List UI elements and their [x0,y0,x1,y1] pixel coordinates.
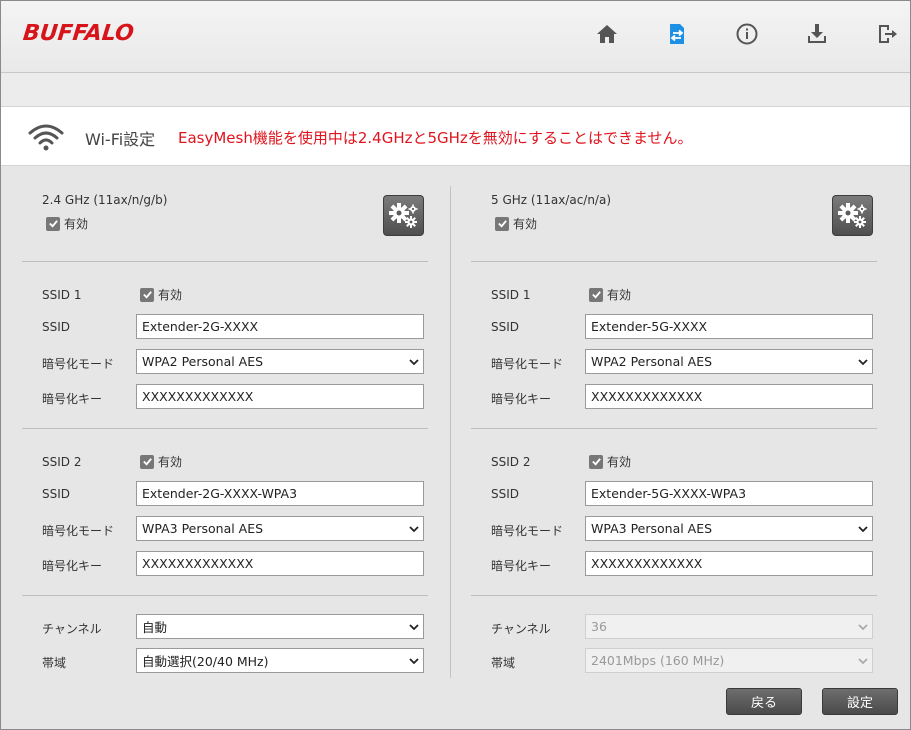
band-enable-checkbox[interactable] [495,216,509,231]
ssid1-key-input[interactable]: XXXXXXXXXXXXX [136,384,424,409]
brand-logo[interactable]: BUFFALO [22,21,135,46]
wifi-icon [28,124,64,151]
ssid1-ssid-input[interactable]: Extender-5G-XXXX [585,314,873,339]
page-title-bar: Wi-Fi設定 EasyMesh機能を使用中は2.4GHzと5GHzを無効にする… [1,106,910,166]
ssid1-enable: 有効 [589,286,631,303]
ssid1-ssid-label: SSID [491,320,520,334]
ssid1-mode-label: 暗号化モード [491,357,564,371]
chevron-down-icon [409,358,419,365]
easymesh-warning: EasyMesh機能を使用中は2.4GHzと5GHzを無効にすることはできません… [178,129,693,147]
ssid1-title: SSID 1 [42,288,82,302]
ssid2-mode-label: 暗号化モード [491,524,564,538]
ssid1-ssid-input[interactable]: Extender-2G-XXXX [136,314,424,339]
band-enable-checkbox[interactable] [46,216,60,231]
chevron-down-icon [858,657,868,664]
ssid2-mode-value: WPA3 Personal AES [591,521,713,536]
ssid1-key-input[interactable]: XXXXXXXXXXXXX [585,384,873,409]
download-icon[interactable] [804,21,830,47]
chevron-down-icon [858,623,868,630]
ssid1-enable-checkbox[interactable] [140,287,154,302]
band-enable-label: 有効 [64,217,89,231]
band-label: 5 GHz (11ax/ac/n/a) [491,193,612,207]
ssid2-key-label: 暗号化キー [42,559,103,573]
ssid2-title: SSID 2 [42,455,82,469]
chevron-down-icon [858,358,868,365]
ssid1-enable-label: 有効 [607,288,632,302]
ssid1-mode-value: WPA2 Personal AES [142,354,264,369]
header-spacer [1,73,910,106]
bandwidth-select[interactable]: 自動選択(20/40 MHz) [136,648,424,673]
ssid2-ssid-label: SSID [491,487,520,501]
chevron-down-icon [858,525,868,532]
info-icon[interactable] [734,21,760,47]
band-label: 2.4 GHz (11ax/n/g/b) [42,193,168,207]
section-divider [22,595,428,596]
section-divider [471,595,877,596]
ssid2-enable-label: 有効 [607,455,632,469]
apply-button[interactable]: 設定 [822,688,898,715]
advanced-settings-button[interactable] [832,195,873,236]
ssid1-title: SSID 1 [491,288,531,302]
section-divider [22,261,428,262]
ssid2-mode-select[interactable]: WPA3 Personal AES [585,516,873,541]
ssid1-enable: 有効 [140,286,182,303]
page-title: Wi-Fi設定 [85,130,156,149]
ssid2-mode-label: 暗号化モード [42,524,115,538]
back-button[interactable]: 戻る [726,688,802,715]
advanced-settings-button[interactable] [383,195,424,236]
band-enable: 有効 [46,215,88,232]
chevron-down-icon [409,623,419,630]
ssid1-ssid-label: SSID [42,320,71,334]
ssid2-key-label: 暗号化キー [491,559,552,573]
ssid1-enable-label: 有効 [158,288,183,302]
ssid2-enable: 有効 [140,453,182,470]
ssid1-key-label: 暗号化キー [42,392,103,406]
ssid2-enable-checkbox[interactable] [589,454,603,469]
channel-select[interactable]: 自動 [136,614,424,639]
channel-value: 36 [591,619,607,634]
gear-icon [388,202,417,228]
ssid1-mode-value: WPA2 Personal AES [591,354,713,369]
header: BUFFALO [1,1,910,73]
channel-label: チャンネル [42,622,102,636]
ssid1-mode-label: 暗号化モード [42,357,115,371]
column-divider [450,186,451,678]
bandwidth-value: 自動選択(20/40 MHz) [142,654,269,669]
channel-select: 36 [585,614,873,639]
section-divider [471,261,877,262]
section-divider [471,428,877,429]
ssid1-mode-select[interactable]: WPA2 Personal AES [585,349,873,374]
bandwidth-select: 2401Mbps (160 MHz) [585,648,873,673]
bandwidth-label: 帯域 [491,656,516,670]
ssid2-enable-label: 有効 [158,455,183,469]
ssid1-enable-checkbox[interactable] [589,287,603,302]
ssid2-ssid-label: SSID [42,487,71,501]
ssid2-key-input[interactable]: XXXXXXXXXXXXX [585,551,873,576]
chevron-down-icon [409,525,419,532]
ssid2-mode-select[interactable]: WPA3 Personal AES [136,516,424,541]
home-icon[interactable] [594,21,620,47]
chevron-down-icon [409,657,419,664]
wifi-settings-icon[interactable] [664,21,690,47]
ssid2-key-input[interactable]: XXXXXXXXXXXXX [136,551,424,576]
ssid1-key-label: 暗号化キー [491,392,552,406]
section-divider [22,428,428,429]
ssid2-title: SSID 2 [491,455,531,469]
band-enable-label: 有効 [513,217,538,231]
ssid1-mode-select[interactable]: WPA2 Personal AES [136,349,424,374]
channel-label: チャンネル [491,622,551,636]
ssid2-enable: 有効 [589,453,631,470]
channel-value: 自動 [142,620,168,635]
ssid2-ssid-input[interactable]: Extender-2G-XXXX-WPA3 [136,481,424,506]
ssid2-enable-checkbox[interactable] [140,454,154,469]
band-enable: 有効 [495,215,537,232]
ssid2-mode-value: WPA3 Personal AES [142,521,264,536]
bandwidth-label: 帯域 [42,656,67,670]
logout-icon[interactable] [874,21,900,47]
ssid2-ssid-input[interactable]: Extender-5G-XXXX-WPA3 [585,481,873,506]
gear-icon [837,202,866,228]
bandwidth-value: 2401Mbps (160 MHz) [591,653,725,668]
